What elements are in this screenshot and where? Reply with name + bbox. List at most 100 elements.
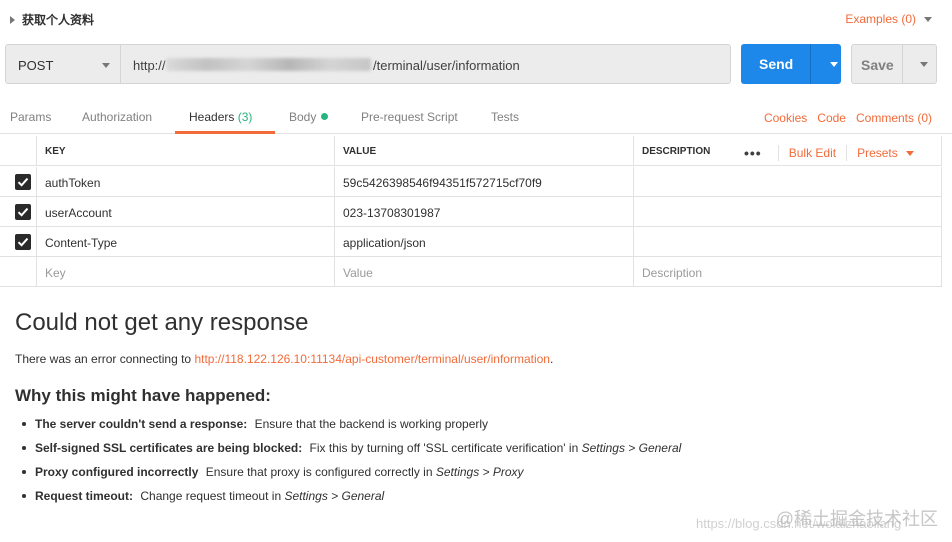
tab-links: Cookies Code Comments (0) xyxy=(754,111,932,125)
value-cell[interactable]: 023-13708301987 xyxy=(335,197,634,227)
save-options-chevron-icon[interactable] xyxy=(920,62,928,67)
column-header-value: VALUE xyxy=(335,136,634,166)
tab-pre-request-script[interactable]: Pre-request Script xyxy=(361,110,458,124)
list-item: The server couldn't send a response: Ens… xyxy=(22,417,488,431)
redacted-host xyxy=(166,58,371,71)
response-error-message: There was an error connecting to http://… xyxy=(15,352,553,366)
checkbox-cell xyxy=(0,227,37,257)
save-label: Save xyxy=(861,57,894,73)
method-label: POST xyxy=(18,58,54,73)
header-value: 023-13708301987 xyxy=(343,206,441,220)
send-button[interactable]: Send xyxy=(741,44,841,84)
code-link[interactable]: Code xyxy=(817,111,846,125)
header-value: application/json xyxy=(343,236,426,250)
key-cell[interactable]: Content-Type xyxy=(37,227,335,257)
value-cell[interactable]: application/json xyxy=(335,227,634,257)
value-cell[interactable]: 59c5426398546f94351f572715cf70f9 xyxy=(335,167,634,197)
reason-title: Self-signed SSL certificates are being b… xyxy=(35,441,303,455)
reason-title: Request timeout: xyxy=(35,489,134,503)
checkmark-icon xyxy=(17,207,29,217)
reason-text: Change request timeout in xyxy=(140,489,285,503)
row-checkbox[interactable] xyxy=(15,174,31,190)
method-select[interactable]: POST xyxy=(5,44,121,84)
description-cell[interactable] xyxy=(634,197,942,227)
send-options-chevron-icon[interactable] xyxy=(830,62,838,67)
divider xyxy=(777,145,779,161)
chevron-down-icon xyxy=(905,150,914,156)
presets-dropdown[interactable]: Presets xyxy=(857,146,914,160)
list-item: Self-signed SSL certificates are being b… xyxy=(22,441,681,455)
why-heading: Why this might have happened: xyxy=(15,386,271,405)
error-url-link[interactable]: http://118.122.126.10:11134/api-customer… xyxy=(194,352,550,366)
bullet-icon xyxy=(22,470,26,474)
response-error-title: Could not get any response xyxy=(15,309,309,336)
value-placeholder: Value xyxy=(343,266,373,280)
presets-label: Presets xyxy=(857,146,898,160)
bullet-icon xyxy=(22,422,26,426)
header-key: Content-Type xyxy=(45,236,118,250)
tab-headers[interactable]: Headers (3) xyxy=(189,110,252,124)
tab-body[interactable]: Body xyxy=(289,110,329,124)
caret-right-icon xyxy=(10,15,15,24)
row-checkbox[interactable] xyxy=(15,234,31,250)
reason-setting-path: Settings > Proxy xyxy=(435,465,524,479)
error-suffix: . xyxy=(549,352,554,366)
save-divider xyxy=(902,45,903,83)
new-description-input[interactable]: Description xyxy=(634,257,942,287)
table-header-row: KEY VALUE DESCRIPTION ••• Bulk Edit Pres… xyxy=(0,136,942,166)
more-options-icon[interactable]: ••• xyxy=(744,146,762,160)
header-value: 59c5426398546f94351f572715cf70f9 xyxy=(343,176,542,190)
request-name-toggle[interactable]: 获取个人资料 xyxy=(10,11,94,28)
tab-body-label: Body xyxy=(289,110,317,124)
body-indicator-dot-icon xyxy=(321,113,329,120)
chevron-down-icon xyxy=(102,63,110,68)
request-name: 获取个人资料 xyxy=(22,13,95,27)
list-item: Request timeout: Change request timeout … xyxy=(22,489,384,503)
new-key-input[interactable]: Key xyxy=(37,257,335,287)
row-checkbox[interactable] xyxy=(15,204,31,220)
watermark: @稀土掘金技术社区 xyxy=(775,509,938,529)
checkbox-cell xyxy=(0,167,37,197)
reason-title: Proxy configured incorrectly xyxy=(35,465,199,479)
header-checkbox-cell xyxy=(0,136,37,166)
tab-tests[interactable]: Tests xyxy=(491,110,519,124)
tab-headers-count: (3) xyxy=(237,110,253,124)
comments-link[interactable]: Comments (0) xyxy=(856,111,932,125)
reason-text: Ensure that the backend is working prope… xyxy=(254,417,489,431)
description-cell[interactable] xyxy=(634,167,942,197)
header-key: authToken xyxy=(45,176,101,190)
new-value-input[interactable]: Value xyxy=(335,257,634,287)
request-bar: 获取个人资料 Examples (0) xyxy=(0,0,952,36)
cookies-link[interactable]: Cookies xyxy=(764,111,807,125)
save-button[interactable]: Save xyxy=(851,44,937,84)
bulk-edit-link[interactable]: Bulk Edit xyxy=(789,146,836,160)
key-cell[interactable]: authToken xyxy=(37,167,335,197)
bullet-icon xyxy=(22,494,26,498)
url-input[interactable]: http:// /terminal/user/information xyxy=(121,44,731,84)
list-item: Proxy configured incorrectly Ensure that… xyxy=(22,465,524,479)
key-cell[interactable]: userAccount xyxy=(37,197,335,227)
tab-headers-label: Headers xyxy=(189,110,235,124)
request-tabs: Params Authorization Headers (3) Body Pr… xyxy=(0,96,952,134)
bullet-icon xyxy=(22,446,26,450)
send-label: Send xyxy=(759,56,794,72)
url-path: /terminal/user/information xyxy=(373,58,520,73)
value-column-label: VALUE xyxy=(343,146,377,157)
reason-text: Ensure that proxy is configured correctl… xyxy=(205,465,436,479)
active-tab-indicator xyxy=(175,131,275,134)
reason-title: The server couldn't send a response: xyxy=(35,417,248,431)
description-cell[interactable] xyxy=(634,227,942,257)
send-divider xyxy=(810,44,811,84)
error-prefix: There was an error connecting to xyxy=(15,352,195,366)
reason-text: Fix this by turning off 'SSL certificate… xyxy=(309,441,582,455)
key-column-label: KEY xyxy=(45,146,66,157)
examples-dropdown[interactable]: Examples (0) xyxy=(845,12,932,26)
description-column-label: DESCRIPTION xyxy=(642,146,711,157)
url-prefix: http:// xyxy=(133,58,166,73)
header-key: userAccount xyxy=(45,206,112,220)
checkbox-cell xyxy=(0,257,37,287)
checkmark-icon xyxy=(17,237,29,247)
checkbox-cell xyxy=(0,197,37,227)
tab-params[interactable]: Params xyxy=(10,110,51,124)
tab-authorization[interactable]: Authorization xyxy=(82,110,152,124)
